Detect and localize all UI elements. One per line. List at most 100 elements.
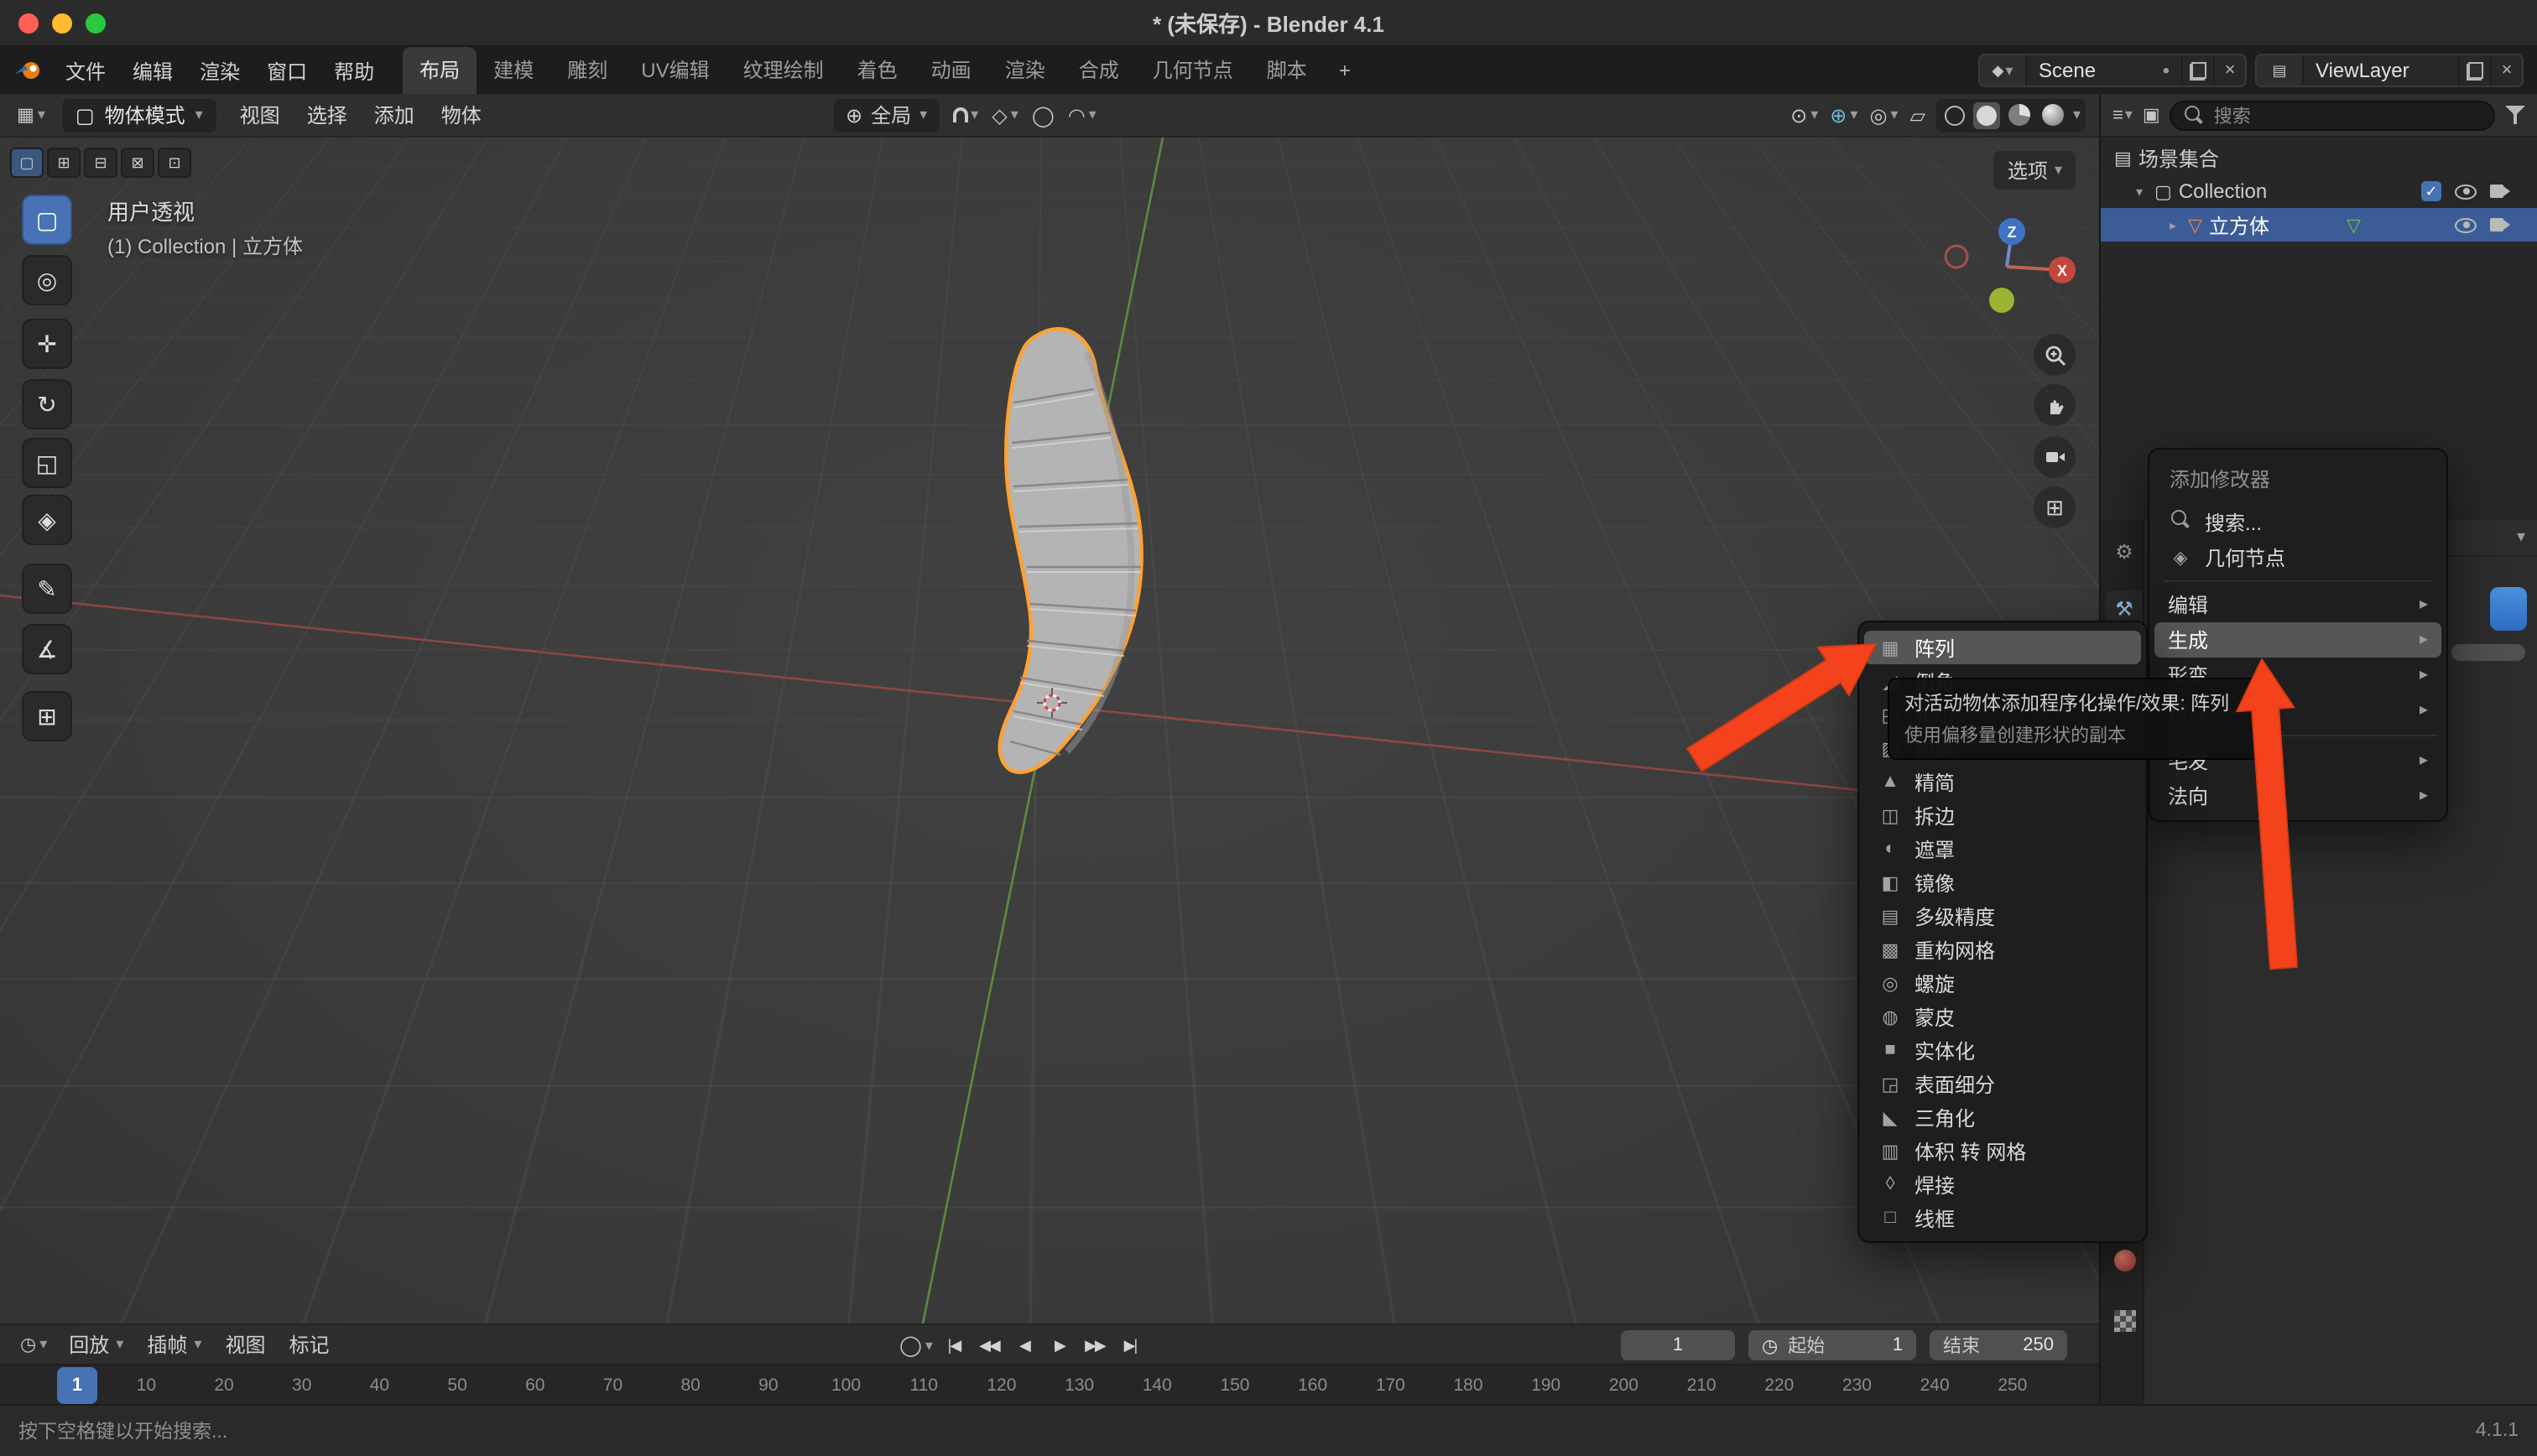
material-shading-button[interactable] xyxy=(2006,101,2034,129)
close-window-button[interactable] xyxy=(18,13,39,34)
viewport-menu[interactable]: 选择 xyxy=(294,97,361,133)
modifier-category-item[interactable]: 法向 ▸ xyxy=(2154,778,2441,814)
timeline-menu[interactable]: 回放 ▾ xyxy=(57,1327,135,1362)
axis-neg-x-handle[interactable] xyxy=(1946,246,1967,268)
generate-menu-item[interactable]: ◫ 拆边 xyxy=(1864,798,2141,832)
delete-scene-button[interactable]: × xyxy=(2213,55,2245,86)
workspace-tab[interactable]: 脚本 xyxy=(1250,47,1324,94)
frame-end-field[interactable]: 结束 250 xyxy=(1930,1330,2067,1360)
current-frame-field[interactable]: 1 xyxy=(1621,1330,1735,1360)
transform-tool[interactable]: ◈ xyxy=(22,495,72,545)
jump-to-start-button[interactable]: |◀ xyxy=(940,1336,968,1355)
timeline-menu[interactable]: 视图 ▾ xyxy=(213,1327,277,1362)
generate-menu-item[interactable]: ◐ 遮罩 xyxy=(1864,832,2141,866)
camera-render-icon[interactable] xyxy=(2490,218,2510,231)
eye-icon[interactable] xyxy=(2455,217,2477,232)
select-subtract-button[interactable]: ⊟ xyxy=(84,148,117,178)
camera-view-button[interactable] xyxy=(2034,436,2076,478)
navigation-gizmo[interactable]: Z X xyxy=(1930,174,2091,335)
orthographic-toggle-button[interactable]: ⊞ xyxy=(2034,486,2076,528)
modifier-category-item[interactable]: 生成 ▸ xyxy=(2154,622,2441,658)
collapse-chevron-icon[interactable]: ▾ xyxy=(2131,184,2148,199)
viewlayer-browse-button[interactable]: ▤ xyxy=(2257,55,2304,86)
mesh-object[interactable] xyxy=(1000,329,1142,772)
topbar-menu[interactable]: 编辑 xyxy=(119,51,186,90)
topbar-menu[interactable]: 文件 xyxy=(52,51,119,90)
material-properties-tab[interactable] xyxy=(2106,1241,2143,1278)
zoom-window-button[interactable] xyxy=(86,13,106,34)
workspace-tab[interactable]: 渲染 xyxy=(988,47,1062,94)
orientation-dropdown[interactable]: ⊕ 全局 ▾ xyxy=(834,98,939,132)
axis-y-handle[interactable] xyxy=(1989,288,2014,313)
workspace-tab[interactable]: 着色 xyxy=(841,47,914,94)
gizmos-dropdown[interactable]: ⊕ ▾ xyxy=(1830,103,1857,127)
outliner-row-cube[interactable]: ▸ ▽ 立方体 ▽ xyxy=(2101,208,2537,242)
minimize-window-button[interactable] xyxy=(52,13,72,34)
wireframe-shading-button[interactable] xyxy=(1942,101,1969,128)
scene-browse-button[interactable]: ◆ ▾ xyxy=(1980,55,2027,86)
eye-icon[interactable] xyxy=(2455,184,2477,199)
viewport-menu[interactable]: 添加 xyxy=(361,97,428,133)
topbar-menu[interactable]: 窗口 xyxy=(253,51,320,90)
proportional-edit-button[interactable]: ◯ xyxy=(1032,103,1055,127)
snap-target-dropdown[interactable]: ◇ ▾ xyxy=(992,103,1018,127)
generate-menu-item[interactable]: ▥ 体积 转 网格 xyxy=(1864,1134,2141,1167)
texture-properties-tab[interactable] xyxy=(2106,1302,2143,1339)
viewlayer-name-field[interactable]: ViewLayer xyxy=(2304,55,2458,86)
play-button[interactable]: ▶ xyxy=(1045,1336,1074,1355)
viewport-menu[interactable]: 视图 xyxy=(227,97,294,133)
workspace-tab[interactable]: 纹理绘制 xyxy=(727,47,841,94)
outliner-filter-icon-button[interactable]: ▣ xyxy=(2143,104,2160,126)
rotate-tool[interactable]: ↻ xyxy=(22,379,72,429)
generate-menu-item[interactable]: ▲ 精简 xyxy=(1864,765,2141,798)
select-new-button[interactable]: ▢ xyxy=(10,148,44,178)
filter-funnel-icon[interactable] xyxy=(2505,106,2525,124)
timeline-ruler[interactable]: 1020304050607080901001101201301401501601… xyxy=(0,1364,2099,1404)
falloff-dropdown[interactable]: ◠ ▾ xyxy=(1068,103,1097,127)
object-data-chip-icon[interactable] xyxy=(2490,587,2527,631)
move-tool[interactable]: ✛ xyxy=(22,319,72,369)
outliner-row-collection[interactable]: ▾ ▢ Collection ✓ xyxy=(2101,174,2537,208)
scale-tool[interactable]: ◱ xyxy=(22,438,72,488)
autokey-button[interactable]: ◯ ▾ xyxy=(899,1334,933,1357)
blender-logo-icon[interactable] xyxy=(13,59,44,82)
playhead[interactable]: 1 xyxy=(57,1367,97,1404)
scene-name-field[interactable]: Scene • xyxy=(2027,55,2181,86)
select-intersect-button[interactable]: ⊡ xyxy=(158,148,191,178)
workspace-tab[interactable]: 雕刻 xyxy=(550,47,624,94)
editor-type-button[interactable]: ▦ ▾ xyxy=(10,104,52,126)
expand-chevron-icon[interactable]: ▸ xyxy=(2165,217,2181,232)
measure-tool[interactable]: ∡ xyxy=(22,624,72,674)
timeline-editor-type-button[interactable]: ◷ ▾ xyxy=(13,1334,54,1355)
generate-menu-item[interactable]: ◊ 焊接 xyxy=(1864,1167,2141,1201)
jump-to-end-button[interactable]: ▶| xyxy=(1116,1336,1144,1355)
generate-menu-item[interactable]: ◲ 表面细分 xyxy=(1864,1067,2141,1100)
workspace-tab[interactable]: 建模 xyxy=(477,47,550,94)
cursor-tool[interactable]: ◎ xyxy=(22,255,72,305)
workspace-tab[interactable]: 布局 xyxy=(403,47,477,94)
topbar-menu[interactable]: 帮助 xyxy=(320,51,388,90)
generate-menu-item[interactable]: ◎ 螺旋 xyxy=(1864,966,2141,1000)
workspace-tab[interactable]: UV编辑 xyxy=(624,47,726,94)
annotate-tool[interactable]: ✎ xyxy=(22,564,72,614)
generate-menu-item[interactable]: □ 线框 xyxy=(1864,1201,2141,1235)
solid-shading-button[interactable] xyxy=(1974,101,2001,128)
generate-menu-item[interactable]: ▤ 多级精度 xyxy=(1864,899,2141,933)
generate-menu-item[interactable]: ◣ 三角化 xyxy=(1864,1100,2141,1134)
new-viewlayer-button[interactable] xyxy=(2458,55,2490,86)
next-keyframe-button[interactable]: ▶▶ xyxy=(1081,1336,1109,1355)
outliner-display-mode-dropdown[interactable]: ≡ ▾ xyxy=(2112,105,2133,125)
workspace-tab[interactable]: 几何节点 xyxy=(1136,47,1250,94)
modifier-search-item[interactable]: 搜索... xyxy=(2154,505,2441,540)
rendered-shading-button[interactable] xyxy=(2039,101,2068,129)
play-reverse-button[interactable]: ◀ xyxy=(1010,1336,1039,1355)
visibility-dropdown[interactable]: ⊙ ▾ xyxy=(1790,103,1818,127)
timeline-menu[interactable]: 标记 ▾ xyxy=(278,1327,341,1362)
outliner-row-scene-collection[interactable]: ▤ 场景集合 xyxy=(2101,141,2537,174)
box-select-tool[interactable]: ▢ xyxy=(22,195,72,245)
generate-menu-item[interactable]: ◍ 蒙皮 xyxy=(1864,1000,2141,1033)
zoom-view-button[interactable] xyxy=(2034,334,2076,376)
generate-menu-item[interactable]: ▩ 重构网格 xyxy=(1864,933,2141,966)
xray-toggle-button[interactable]: ▱ xyxy=(1909,103,1925,127)
checkbox-icon[interactable]: ✓ xyxy=(2421,181,2441,201)
